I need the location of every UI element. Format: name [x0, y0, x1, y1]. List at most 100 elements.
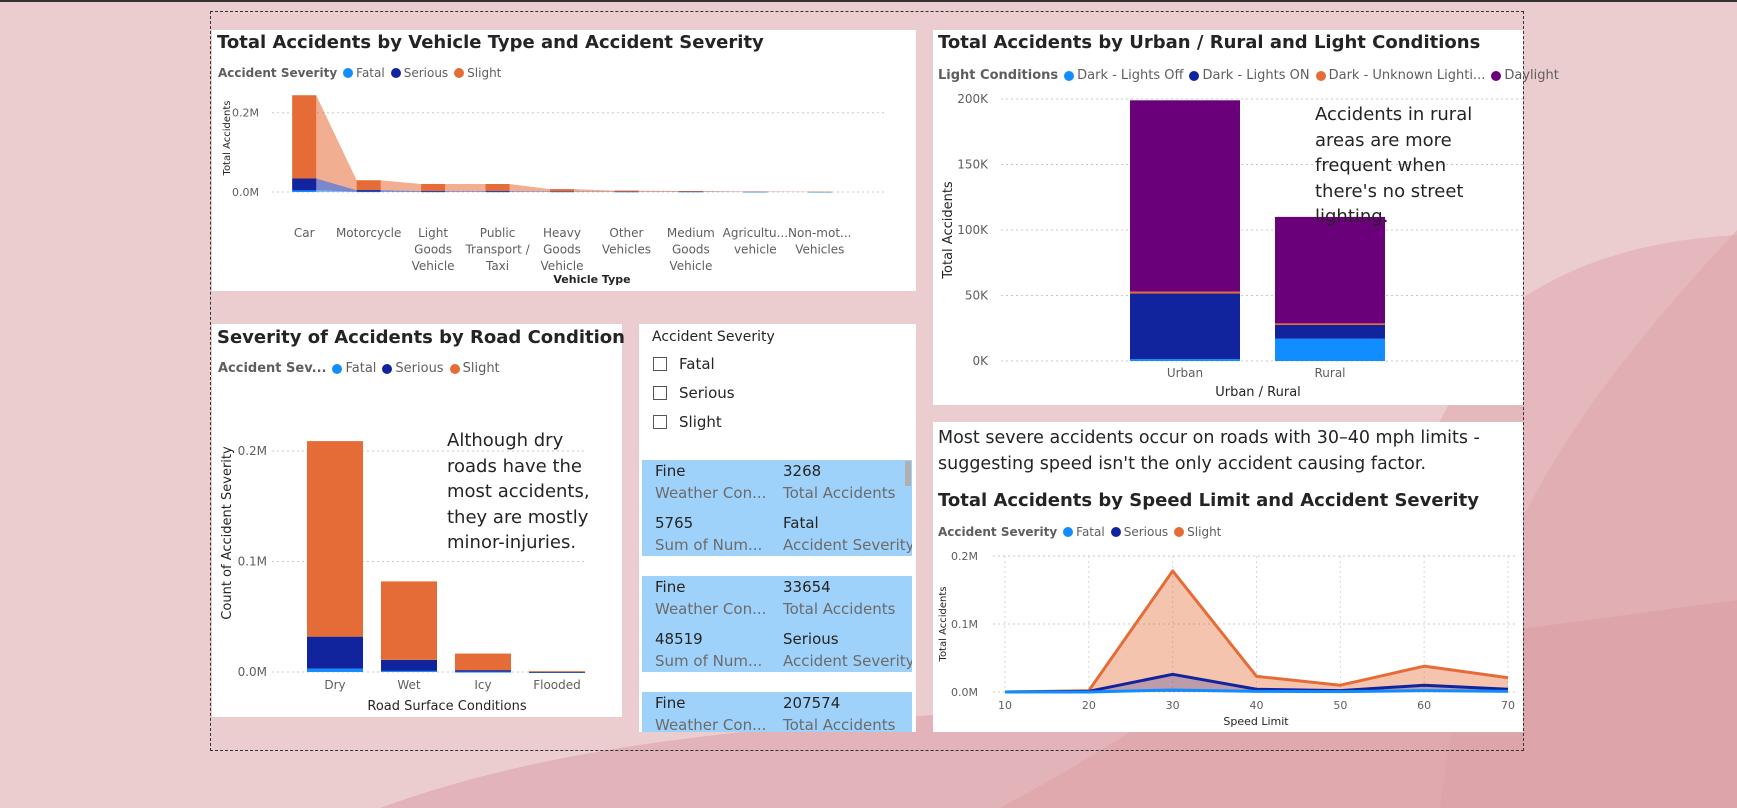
x-tick-label: Non-mot... Vehicles: [788, 226, 851, 257]
y-tick-label: 50K: [965, 289, 989, 303]
bar-slight-heavy-goods-vehicle: [550, 189, 574, 192]
total-label: Total Accidents: [783, 484, 896, 502]
bar-dry-slight: [307, 441, 363, 637]
x-tick-label: Wet: [397, 678, 421, 692]
speed-limit-chart[interactable]: Most severe accidents occur on roads wit…: [933, 422, 1523, 732]
severity-label: Accident Severity: [783, 652, 912, 670]
severity-label: Accident Severity: [783, 536, 912, 554]
checkbox[interactable]: [653, 357, 667, 371]
vehicle-chart-plot: 0.2M 0.0M Car Motorcycle Light Goods VehiclePu…: [222, 95, 884, 286]
y-axis-title: Total Accidents: [938, 587, 949, 663]
y-tick-label: 150K: [957, 158, 989, 172]
severity-value: Fatal: [783, 514, 819, 532]
bar-serious-light-goods-vehicle: [421, 191, 446, 192]
slicer-option-slight[interactable]: Slight: [653, 413, 722, 431]
bar-slight-light-goods-vehicle: [421, 183, 446, 192]
bar-slight-medium-goods-vehicle: [678, 190, 703, 192]
total-value: 207574: [783, 694, 841, 712]
bar-rural-dark-unknown-lighti: [1275, 323, 1385, 325]
bar-dry-serious: [307, 636, 363, 669]
bar-flooded-serious: [529, 671, 585, 673]
total-value: 33654: [783, 578, 831, 596]
dry-roads-annotation: Although dry roads have the most acciden…: [447, 430, 590, 553]
x-axis-title: Speed Limit: [1223, 715, 1289, 728]
y-tick-label: 200K: [957, 92, 989, 106]
weather-value: Fine: [655, 578, 686, 596]
bar-urban-daylight: [1130, 100, 1240, 292]
y-axis-title: Total Accidents: [222, 101, 233, 177]
bar-dry-fatal: [307, 668, 363, 672]
bar-rural-dark-lights-on: [1275, 324, 1385, 339]
slicer-option-serious[interactable]: Serious: [653, 384, 735, 402]
x-tick-label: Medium Goods Vehicle: [667, 226, 715, 273]
checkbox[interactable]: [653, 415, 667, 429]
bar-urban-dark-lights-on: [1130, 293, 1240, 360]
sum-value: 5765: [655, 514, 694, 532]
severity-value: Serious: [783, 630, 839, 648]
y-tick-label: 0.2M: [951, 550, 978, 563]
multi-row-card-slight[interactable]: Fine Weather Con... 207574 Total Acciden…: [642, 692, 912, 732]
slicer-title: Accident Severity: [652, 329, 775, 345]
x-tick-label: Public Transport / Taxi: [464, 226, 530, 273]
x-tick-label: 30: [1166, 699, 1180, 712]
urban-rural-chart[interactable]: Total Accidents by Urban / Rural and Lig…: [933, 30, 1559, 405]
bar-fatal-car: [292, 190, 317, 192]
x-tick-label: Car: [294, 226, 315, 240]
sum-label: Sum of Num...: [655, 536, 763, 554]
bar-serious-car: [292, 178, 317, 191]
y-tick-label: 0.0M: [951, 686, 978, 699]
x-tick-label: Light Goods Vehicle: [412, 226, 455, 273]
rural-annotation: Accidents in rural areas are more freque…: [1315, 104, 1473, 227]
y-tick-label: 100K: [957, 223, 989, 237]
total-label: Total Accidents: [783, 600, 896, 618]
x-tick-label: Heavy Goods Vehicle: [541, 226, 584, 273]
y-tick-label: 0.0M: [232, 186, 259, 199]
checkbox[interactable]: [653, 386, 667, 400]
x-tick-label: Icy: [474, 678, 491, 692]
y-axis-title: Total Accidents: [941, 181, 956, 280]
x-axis-title: Urban / Rural: [1215, 385, 1301, 400]
bar-wet-serious: [381, 659, 437, 671]
bar-icy-slight: [455, 653, 511, 671]
multi-row-card-fatal[interactable]: Fine Weather Con... 3268 Total Accidents…: [642, 460, 912, 556]
weather-label: Weather Con...: [655, 484, 767, 502]
total-value: 3268: [783, 462, 822, 480]
y-tick-label: 0K: [972, 354, 989, 368]
y-tick-label: 0.1M: [238, 555, 267, 569]
slicer-option-fatal[interactable]: Fatal: [653, 355, 715, 373]
bar-wet-fatal: [381, 670, 437, 672]
bar-urban-dark-unknown-lighti: [1130, 291, 1240, 294]
bar-slight-other-vehicles: [614, 190, 639, 192]
x-axis-title: Road Surface Conditions: [367, 699, 526, 714]
bar-slight-public-transport-taxi: [485, 183, 510, 192]
y-tick-label: 0.1M: [951, 618, 978, 631]
bar-flooded-slight: [529, 671, 585, 672]
road-condition-chart[interactable]: Severity of Accidents by Road Condition …: [212, 324, 625, 717]
multi-row-card-serious[interactable]: Fine Weather Con... 33654 Total Accident…: [642, 576, 912, 672]
x-tick-label: Urban: [1167, 366, 1203, 380]
weather-label: Weather Con...: [655, 600, 767, 618]
y-axis-title: Count of Accident Severity: [220, 446, 235, 620]
sum-value: 48519: [655, 630, 703, 648]
bar-serious-motorcycle: [356, 190, 381, 192]
speed-chart-plot: 0.2M 0.1M 0.0M 10 20 30 40 50 60 70 Speed Limit Tot…: [938, 550, 1518, 728]
bar-rural-dark-lights-off: [1275, 338, 1385, 361]
bar-rural-daylight: [1275, 216, 1385, 324]
x-tick-label: 60: [1417, 699, 1431, 712]
x-tick-label: Rural: [1314, 366, 1345, 380]
bar-urban-dark-lights-off: [1130, 359, 1240, 361]
bar-slight-car: [292, 95, 317, 179]
total-label: Total Accidents: [783, 716, 896, 732]
x-tick-label: 40: [1250, 699, 1264, 712]
x-tick-label: Flooded: [533, 678, 581, 692]
card-list-scrollbar[interactable]: [905, 461, 911, 486]
vehicle-type-chart[interactable]: Total Accidents by Vehicle Type and Acci…: [212, 30, 916, 291]
bar-wet-slight: [381, 581, 437, 660]
x-axis-title: Vehicle Type: [553, 273, 630, 286]
weather-value: Fine: [655, 694, 686, 712]
y-tick-label: 0.0M: [238, 665, 267, 679]
x-tick-label: 70: [1501, 699, 1515, 712]
x-tick-label: Other Vehicles: [602, 226, 651, 257]
x-tick-label: 50: [1333, 699, 1347, 712]
area-slight: [292, 95, 832, 192]
